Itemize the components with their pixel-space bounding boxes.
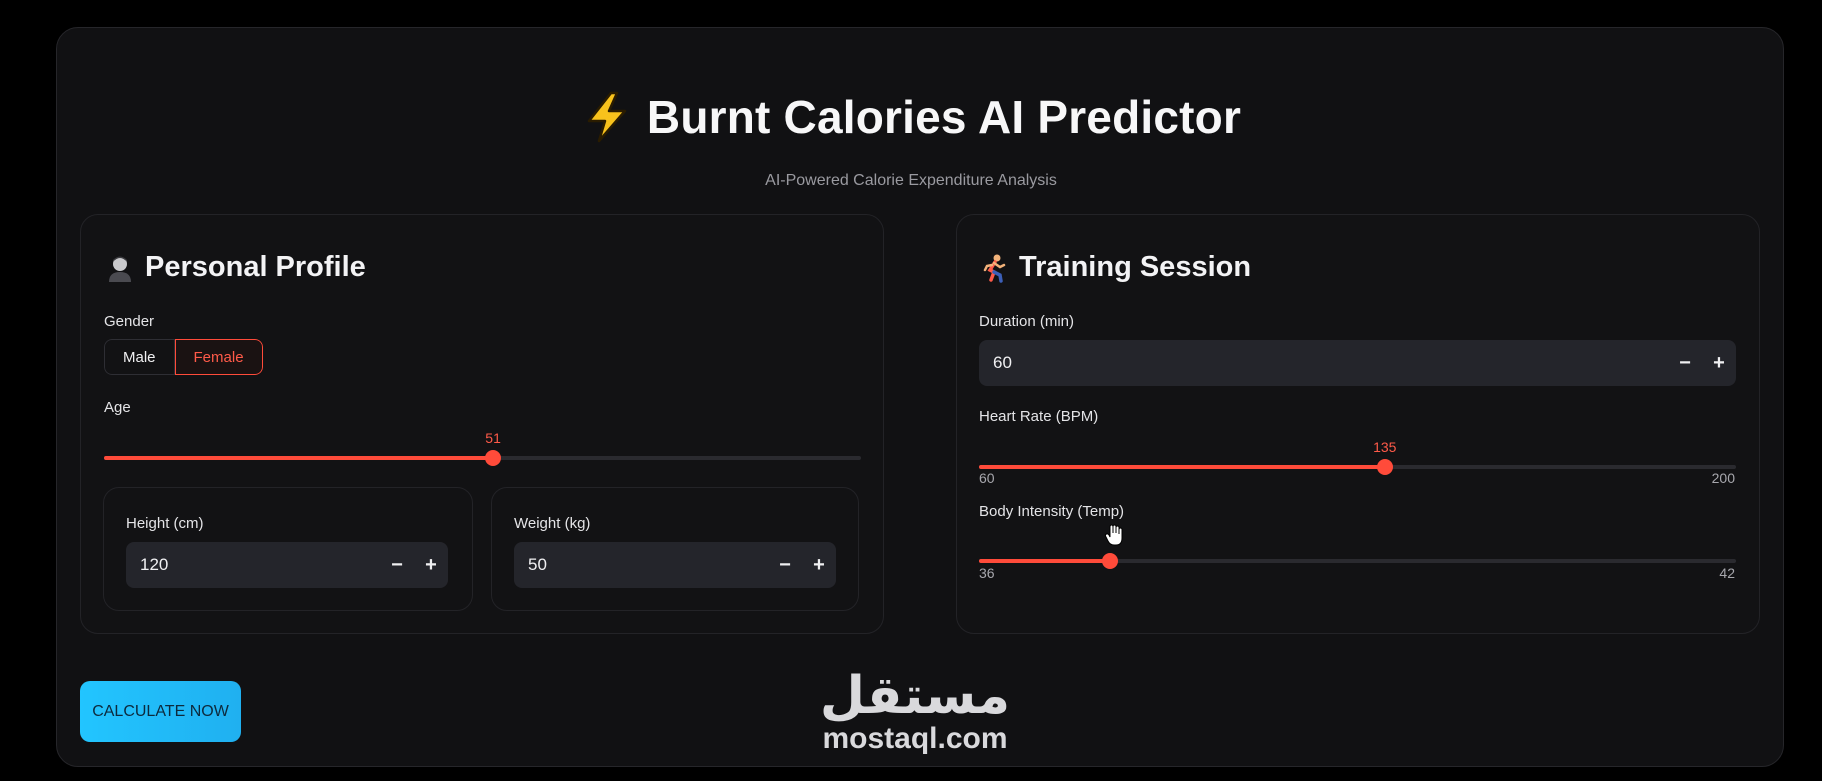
heart-rate-slider-thumb[interactable] bbox=[1376, 459, 1393, 475]
body-temp-slider-fill bbox=[979, 559, 1110, 563]
age-value: 51 bbox=[485, 430, 501, 446]
lightning-bolt-icon bbox=[587, 91, 627, 143]
weight-card: Weight (kg) 50 − + bbox=[491, 487, 859, 611]
height-value: 120 bbox=[140, 555, 169, 574]
duration-value: 60 bbox=[993, 353, 1012, 372]
heart-rate-slider[interactable]: 135 bbox=[979, 439, 1736, 479]
weight-decrement-button[interactable]: − bbox=[768, 542, 802, 588]
page-subtitle: AI-Powered Calorie Expenditure Analysis bbox=[765, 172, 1057, 189]
personal-profile-card: Personal Profile Gender Male Female Age … bbox=[80, 214, 884, 634]
height-input[interactable]: 120 − + bbox=[126, 542, 448, 588]
height-decrement-button[interactable]: − bbox=[380, 542, 414, 588]
body-temp-label: Body Intensity (Temp) bbox=[979, 503, 1125, 520]
age-label: Age bbox=[104, 399, 131, 416]
duration-input[interactable]: 60 − + bbox=[979, 340, 1736, 386]
training-session-card: Training Session Duration (min) 60 − + H… bbox=[956, 214, 1760, 634]
heart-rate-value: 135 bbox=[1373, 439, 1397, 455]
heart-rate-min: 60 bbox=[979, 470, 995, 486]
body-temp-min: 36 bbox=[979, 565, 995, 581]
height-card: Height (cm) 120 − + bbox=[103, 487, 473, 611]
weight-value: 50 bbox=[528, 555, 547, 574]
age-slider[interactable]: 51 bbox=[104, 430, 861, 470]
age-slider-fill bbox=[104, 456, 494, 460]
gender-option-male[interactable]: Male bbox=[104, 339, 175, 375]
heart-rate-slider-fill bbox=[979, 465, 1385, 469]
watermark-latin: mostaql.com bbox=[822, 722, 1008, 755]
gender-selector: Male Female bbox=[104, 339, 263, 375]
duration-label: Duration (min) bbox=[979, 313, 1075, 330]
height-label: Height (cm) bbox=[126, 515, 204, 532]
watermark-arabic: مستقل bbox=[819, 666, 1011, 726]
weight-increment-button[interactable]: + bbox=[802, 542, 836, 588]
duration-decrement-button[interactable]: − bbox=[1668, 340, 1702, 386]
weight-label: Weight (kg) bbox=[514, 515, 591, 532]
person-icon bbox=[109, 256, 131, 282]
gender-label: Gender bbox=[104, 313, 155, 330]
weight-input[interactable]: 50 − + bbox=[514, 542, 836, 588]
gender-option-female[interactable]: Female bbox=[174, 339, 263, 375]
height-increment-button[interactable]: + bbox=[414, 542, 448, 588]
page-title-text: Burnt Calories AI Predictor bbox=[646, 91, 1242, 143]
training-session-title: Training Session bbox=[979, 251, 1251, 284]
training-session-label: Training Session bbox=[1019, 251, 1252, 283]
personal-profile-title: Personal Profile bbox=[105, 251, 366, 284]
watermark: مستقل mostaql.com bbox=[800, 668, 1030, 754]
body-temp-slider[interactable] bbox=[979, 549, 1736, 573]
body-temp-max: 42 bbox=[1719, 565, 1735, 581]
heart-rate-label: Heart Rate (BPM) bbox=[979, 408, 1099, 425]
page-title: Burnt Calories AI Predictor bbox=[0, 90, 1822, 144]
duration-increment-button[interactable]: + bbox=[1702, 340, 1736, 386]
heart-rate-max: 200 bbox=[1711, 470, 1735, 486]
age-slider-thumb[interactable] bbox=[485, 450, 502, 466]
calculate-button[interactable]: CALCULATE NOW bbox=[80, 681, 241, 742]
personal-profile-label: Personal Profile bbox=[145, 251, 366, 283]
hand-cursor-icon bbox=[1104, 524, 1123, 546]
body-temp-slider-thumb[interactable] bbox=[1101, 553, 1118, 569]
runner-icon bbox=[983, 254, 1006, 283]
